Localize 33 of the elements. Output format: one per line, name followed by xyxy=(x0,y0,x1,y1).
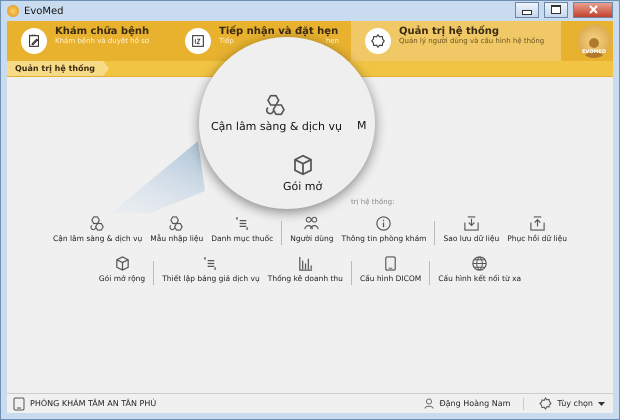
magnified-label: Cận lâm sàng & dịch vụ xyxy=(211,120,342,133)
tab-title: Tiếp nhận và đặt hẹn xyxy=(219,26,339,37)
tab-title: Quản trị hệ thống xyxy=(399,26,500,37)
gear-icon xyxy=(539,397,552,410)
gear-icon xyxy=(370,33,386,49)
device-icon xyxy=(13,396,25,410)
tab-title: Khám chữa bệnh xyxy=(55,26,150,37)
magnified-label: M xyxy=(357,119,366,132)
window-title: EvoMed xyxy=(24,6,64,16)
breadcrumb[interactable]: Quản trị hệ thống xyxy=(7,61,110,76)
maximize-button[interactable] xyxy=(544,2,568,18)
clinic-name: PHÒNG KHÁM TÂM AN TÂN PHÚ xyxy=(30,399,156,408)
close-button[interactable] xyxy=(573,2,613,18)
cube-icon xyxy=(114,255,131,272)
hex-cluster-icon xyxy=(89,215,106,232)
list-icon xyxy=(234,215,251,232)
app-icon xyxy=(7,5,19,17)
minimize-button[interactable] xyxy=(515,2,539,18)
notepad-icon xyxy=(26,33,42,49)
bar-chart-icon xyxy=(296,255,314,272)
upload-tray-icon xyxy=(528,215,546,232)
user-name: Đặng Hoàng Nam xyxy=(439,399,510,408)
globe-icon xyxy=(471,255,488,272)
options-button[interactable]: Tùy chọn xyxy=(537,397,607,410)
close-icon xyxy=(588,5,598,14)
calendar-icon xyxy=(190,33,206,49)
user-icon xyxy=(424,398,434,409)
download-tray-icon xyxy=(462,215,480,232)
hex-cluster-icon xyxy=(168,215,186,232)
caret-icon xyxy=(598,402,605,406)
users-icon xyxy=(303,215,320,232)
info-icon xyxy=(375,215,392,232)
magnified-label: Gói mở xyxy=(283,180,322,193)
